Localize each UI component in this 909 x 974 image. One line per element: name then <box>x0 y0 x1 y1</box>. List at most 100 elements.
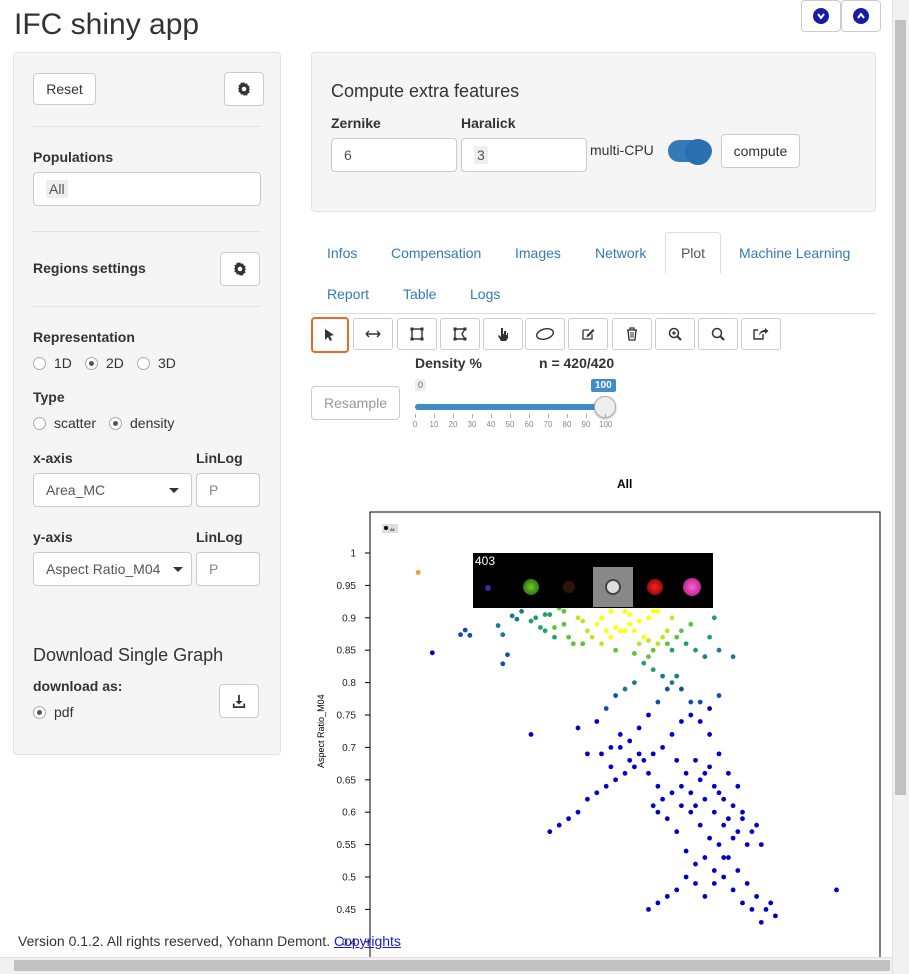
tool-range-button[interactable] <box>353 318 393 350</box>
scatter-point[interactable] <box>650 608 656 614</box>
scatter-point[interactable] <box>707 706 712 711</box>
scatter-point[interactable] <box>674 829 680 835</box>
scatter-point[interactable] <box>613 693 618 698</box>
tab-logs[interactable]: Logs <box>470 286 500 302</box>
scatter-point[interactable] <box>740 900 745 906</box>
scatter-point[interactable] <box>716 693 722 698</box>
scatter-point[interactable] <box>561 621 567 627</box>
tool-polygon-button[interactable] <box>440 318 480 350</box>
scatter-point[interactable] <box>683 848 689 854</box>
scatter-point[interactable] <box>655 783 661 789</box>
scatter-point[interactable] <box>697 719 703 724</box>
scatter-point[interactable] <box>636 751 642 757</box>
scatter-point[interactable] <box>730 835 736 841</box>
scatter-point[interactable] <box>683 874 689 880</box>
scatter-point[interactable] <box>514 616 520 622</box>
scatter-point[interactable] <box>749 829 755 835</box>
tool-rectangle-button[interactable] <box>397 318 437 350</box>
tab-report[interactable]: Report <box>327 286 369 302</box>
scatter-point[interactable] <box>730 887 736 893</box>
scatter-point[interactable] <box>754 822 759 828</box>
scatter-point[interactable] <box>646 712 651 718</box>
scatter-point[interactable] <box>462 627 468 633</box>
scatter-point[interactable] <box>688 790 694 796</box>
scatter-point[interactable] <box>650 751 656 757</box>
scatter-point[interactable] <box>688 621 694 627</box>
vertical-scrollbar-thumb[interactable] <box>895 20 906 795</box>
scatter-point[interactable] <box>613 777 618 783</box>
scatter-point[interactable] <box>679 628 684 634</box>
settings-button[interactable] <box>224 72 264 106</box>
scatter-point[interactable] <box>693 881 698 886</box>
populations-select[interactable]: All <box>33 172 261 206</box>
scatter-point[interactable] <box>603 628 609 634</box>
copyrights-link[interactable]: Copyrights <box>334 933 401 949</box>
tool-edit-button[interactable] <box>568 318 608 350</box>
scatter-point[interactable] <box>429 650 435 656</box>
scatter-point[interactable] <box>721 822 727 828</box>
scatter-point[interactable] <box>632 651 637 656</box>
scatter-point[interactable] <box>585 751 590 757</box>
tab-images[interactable]: Images <box>515 245 561 261</box>
scatter-point[interactable] <box>711 783 717 789</box>
tool-ellipse-button[interactable] <box>525 318 565 350</box>
scatter-point[interactable] <box>834 887 839 893</box>
representation-1d-radio[interactable]: 1D <box>33 355 72 371</box>
scatter-point[interactable] <box>702 796 708 802</box>
scatter-point[interactable] <box>580 641 586 647</box>
scatter-point[interactable] <box>627 621 633 627</box>
scatter-point[interactable] <box>726 816 731 822</box>
scatter-point[interactable] <box>744 881 750 886</box>
scatter-point[interactable] <box>655 900 661 906</box>
scatter-point[interactable] <box>721 874 727 880</box>
scatter-point[interactable] <box>519 608 524 614</box>
scatter-point[interactable] <box>594 719 600 724</box>
scatter-point[interactable] <box>740 816 745 822</box>
tool-point-button[interactable] <box>483 318 523 350</box>
scatter-point[interactable] <box>627 757 633 763</box>
tab-machine-learning[interactable]: Machine Learning <box>739 245 850 261</box>
resample-button[interactable]: Resample <box>311 386 400 420</box>
scatter-point[interactable] <box>693 861 698 867</box>
scatter-point[interactable] <box>669 790 675 796</box>
scatter-point[interactable] <box>636 618 642 624</box>
scatter-point[interactable] <box>674 757 680 763</box>
scatter-point[interactable] <box>664 894 670 899</box>
scatter-point[interactable] <box>758 842 764 847</box>
tool-delete-button[interactable] <box>612 318 652 350</box>
scatter-point[interactable] <box>622 628 628 634</box>
x-axis-select[interactable]: Area_MC <box>33 473 192 507</box>
scatter-point[interactable] <box>664 816 670 822</box>
collapse-down-button[interactable] <box>801 0 841 32</box>
scatter-point[interactable] <box>547 612 553 617</box>
type-density-radio[interactable]: density <box>109 415 174 431</box>
type-scatter-radio[interactable]: scatter <box>33 415 96 431</box>
zernike-input[interactable]: 6 <box>331 138 457 172</box>
scatter-point[interactable] <box>580 618 586 624</box>
scatter-point[interactable] <box>608 764 614 770</box>
tab-plot[interactable]: Plot <box>665 232 721 274</box>
scatter-point[interactable] <box>735 783 741 789</box>
scatter-point[interactable] <box>669 680 675 685</box>
scatter-point[interactable] <box>758 919 764 925</box>
scatter-point[interactable] <box>585 628 590 634</box>
scatter-point[interactable] <box>716 647 722 653</box>
scatter-point[interactable] <box>664 628 670 634</box>
scatter-point[interactable] <box>679 686 684 692</box>
scatter-point[interactable] <box>730 654 736 660</box>
scatter-point[interactable] <box>603 706 609 711</box>
scatter-point[interactable] <box>697 699 703 705</box>
scatter-point[interactable] <box>768 900 774 906</box>
scatter-point[interactable] <box>585 796 590 802</box>
scatter-point[interactable] <box>617 732 623 737</box>
scatter-point[interactable] <box>622 686 628 692</box>
scatter-point[interactable] <box>716 842 722 847</box>
scatter-point[interactable] <box>599 615 604 621</box>
scatter-point[interactable] <box>693 803 698 809</box>
scatter-point[interactable] <box>744 842 750 847</box>
scatter-point[interactable] <box>458 632 463 638</box>
scatter-point[interactable] <box>495 623 501 628</box>
scatter-point[interactable] <box>646 638 651 643</box>
scatter-point[interactable] <box>552 634 557 640</box>
scatter-point[interactable] <box>726 770 731 776</box>
